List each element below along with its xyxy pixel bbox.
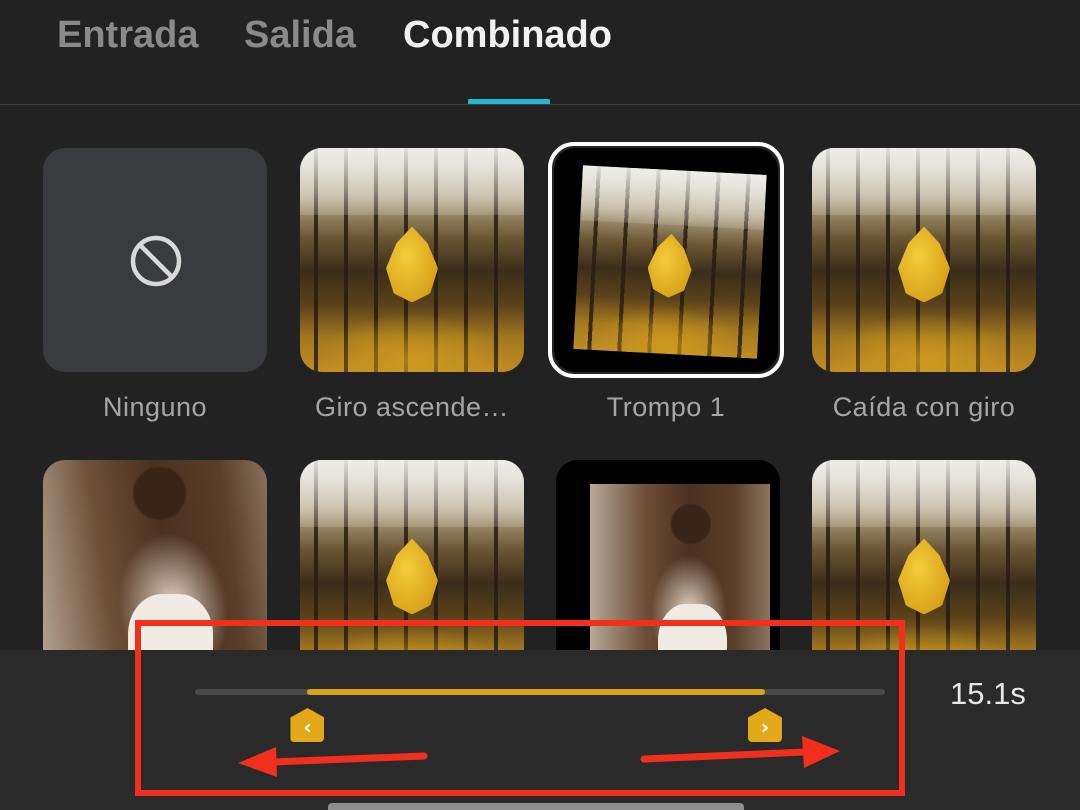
home-indicator bbox=[328, 803, 744, 810]
annotation-arrows bbox=[238, 736, 840, 777]
arrow-right-icon bbox=[640, 736, 840, 768]
arrow-left-icon bbox=[238, 747, 428, 777]
